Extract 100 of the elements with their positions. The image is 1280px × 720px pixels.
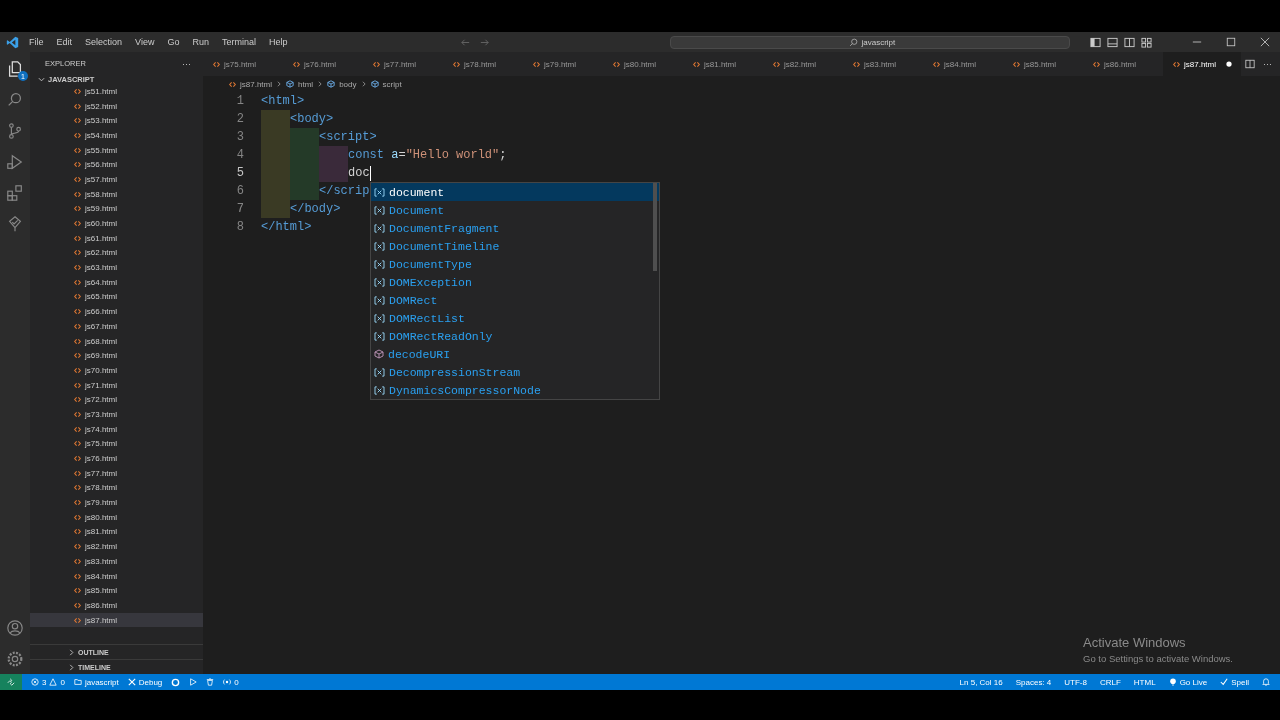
menu-item[interactable]: Go [167, 37, 180, 47]
run-debug-icon[interactable] [6, 153, 24, 171]
sidebar-file[interactable]: js58.html [30, 186, 203, 202]
sidebar-file[interactable]: js61.html [30, 230, 203, 246]
sidebar-file[interactable]: js72.html [30, 392, 203, 408]
problems-button[interactable]: 3 0 [31, 677, 65, 687]
sidebar-file[interactable]: js79.html [30, 495, 203, 510]
sidebar-file[interactable]: js60.html [30, 216, 203, 231]
editor-tab[interactable]: js81.html [683, 52, 763, 76]
suggestion-item[interactable]: document [371, 183, 659, 201]
layout-grid-icon[interactable] [1141, 36, 1152, 48]
sidebar-file[interactable]: js83.html [30, 554, 203, 569]
sidebar-file[interactable]: js78.html [30, 480, 203, 496]
sidebar-file[interactable]: js69.html [30, 348, 203, 364]
menu-item[interactable]: Selection [85, 37, 123, 47]
maximize-icon[interactable] [1226, 37, 1236, 47]
breadcrumb-item[interactable]: js87.html [240, 79, 272, 89]
suggestion-item[interactable]: DOMRectList [371, 309, 659, 327]
ports-button[interactable]: 0 [223, 677, 239, 687]
editor-tab[interactable]: js83.html [843, 52, 923, 76]
sidebar-file[interactable]: js74.html [30, 421, 203, 437]
breadcrumb-item[interactable]: html [298, 79, 314, 89]
menu-item[interactable]: File [29, 37, 44, 47]
sidebar-file[interactable]: js86.html [30, 598, 203, 613]
status-item[interactable]: UTF-8 [1064, 677, 1087, 687]
sidebar-file[interactable]: js87.html [30, 612, 203, 628]
editor-tab[interactable]: js79.html [523, 52, 603, 76]
sidebar-file[interactable]: js73.html [30, 407, 203, 422]
testing-icon[interactable] [6, 215, 24, 233]
status-item[interactable]: HTML [1133, 677, 1156, 687]
sidebar-file[interactable]: js65.html [30, 289, 203, 305]
suggestion-item[interactable]: DecompressionStream [371, 363, 659, 381]
sidebar-toggle-icon[interactable] [1090, 36, 1101, 48]
editor-tab[interactable]: js80.html [603, 52, 683, 76]
sidebar-file[interactable]: js59.html [30, 201, 203, 217]
menu-item[interactable]: Help [268, 37, 288, 47]
sidebar-file[interactable]: js84.html [30, 568, 203, 584]
search-icon[interactable] [6, 91, 24, 109]
sidebar-file[interactable]: js76.html [30, 451, 203, 466]
menu-item[interactable]: Run [192, 37, 209, 47]
suggestion-item[interactable]: DynamicsCompressorNode [371, 381, 659, 399]
status-item[interactable]: Spell [1220, 677, 1249, 687]
split-layout-icon[interactable] [1124, 36, 1135, 48]
editor-tab[interactable]: js87.html [1163, 52, 1241, 76]
status-item[interactable]: Ln 5, Col 16 [959, 677, 1003, 687]
menu-item[interactable]: Terminal [221, 37, 256, 47]
sidebar-file[interactable]: js54.html [30, 128, 203, 143]
more-actions-button[interactable]: ··· [182, 58, 191, 69]
editor-tab[interactable]: js85.html [1003, 52, 1083, 76]
editor-tab[interactable]: js82.html [763, 52, 843, 76]
editor-tab[interactable]: js86.html [1083, 52, 1163, 76]
panel-toggle-icon[interactable] [1107, 36, 1118, 48]
editor-tab[interactable]: js75.html [203, 52, 283, 76]
sidebar-file[interactable]: js53.html [30, 113, 203, 129]
more-actions-button[interactable]: ··· [1263, 59, 1272, 69]
suggestion-item[interactable]: DOMRectReadOnly [371, 327, 659, 345]
menu-item[interactable]: Edit [56, 37, 73, 47]
sidebar-file[interactable]: js55.html [30, 142, 203, 158]
editor-tab[interactable]: js76.html [283, 52, 363, 76]
suggestion-item[interactable]: DocumentFragment [371, 219, 659, 237]
sidebar-file[interactable]: js80.html [30, 509, 203, 525]
files-icon[interactable] [6, 60, 24, 78]
bell-icon[interactable] [1262, 678, 1270, 686]
settings-icon[interactable] [6, 650, 24, 668]
suggestion-item[interactable]: DOMException [371, 273, 659, 291]
sidebar-file[interactable]: js85.html [30, 583, 203, 599]
sidebar-file[interactable]: js56.html [30, 157, 203, 173]
gear-icon[interactable] [171, 677, 181, 687]
debug-button[interactable]: Debug [127, 677, 163, 687]
status-item[interactable]: CRLF [1099, 677, 1121, 687]
editor-tab[interactable]: js84.html [923, 52, 1003, 76]
search-field[interactable]: javascript [670, 35, 1071, 49]
close-icon[interactable] [1260, 37, 1270, 47]
sidebar-file[interactable]: js64.html [30, 274, 203, 290]
sidebar-file[interactable]: js77.html [30, 465, 203, 481]
sidebar-file[interactable]: js63.html [30, 260, 203, 275]
breadcrumb-item[interactable]: script [382, 79, 402, 89]
sidebar-file[interactable]: js81.html [30, 524, 203, 540]
sidebar-file[interactable]: js68.html [30, 333, 203, 349]
split-editor-icon[interactable] [1245, 59, 1255, 69]
breadcrumb-item[interactable]: body [339, 79, 357, 89]
trash-icon[interactable] [206, 678, 215, 686]
suggestion-item[interactable]: DOMRect [371, 291, 659, 309]
sidebar-file[interactable]: js75.html [30, 436, 203, 452]
sidebar-file[interactable]: js57.html [30, 172, 203, 187]
suggestion-item[interactable]: DocumentTimeline [371, 237, 659, 255]
extensions-icon[interactable] [6, 184, 24, 202]
play-icon[interactable] [189, 678, 198, 686]
sidebar-file[interactable]: js52.html [30, 98, 203, 114]
source-control-icon[interactable] [6, 122, 24, 140]
status-item[interactable]: Spaces: 4 [1015, 677, 1052, 687]
suggestion-item[interactable]: decodeURI [371, 345, 659, 363]
sidebar-file[interactable]: js51.html [30, 84, 203, 99]
project-button[interactable]: javascript [73, 677, 119, 687]
sidebar-file[interactable]: js82.html [30, 539, 203, 554]
sidebar-file[interactable]: js71.html [30, 377, 203, 393]
sidebar-file[interactable]: js62.html [30, 245, 203, 261]
suggestion-item[interactable]: DocumentType [371, 255, 659, 273]
account-icon[interactable] [6, 619, 24, 637]
sidebar-file[interactable]: js66.html [30, 304, 203, 319]
